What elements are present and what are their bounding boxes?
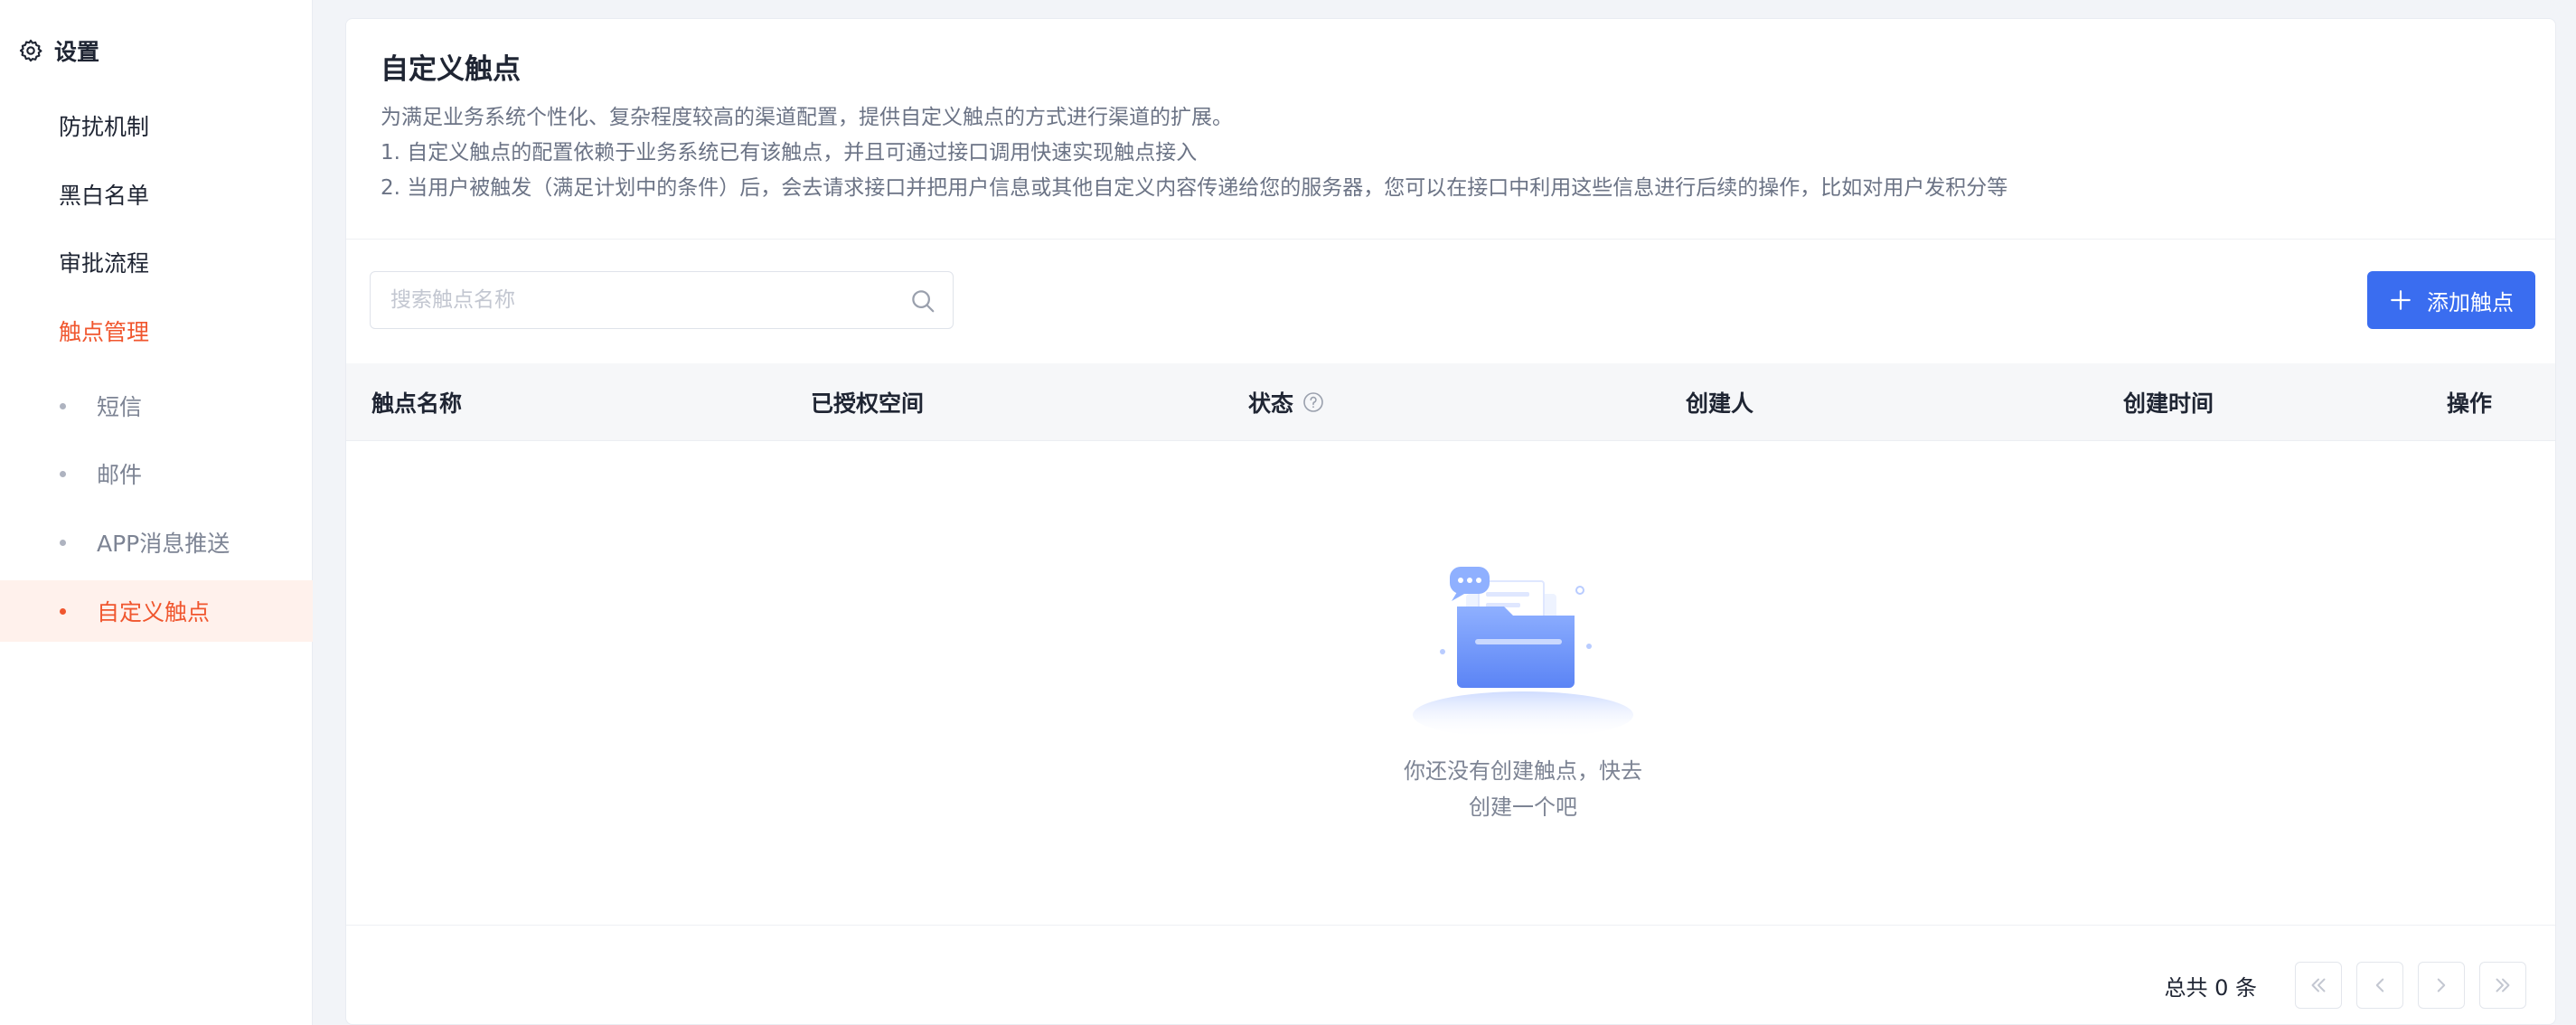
column-header-authorized-space: 已授权空间 <box>811 390 925 417</box>
last-page-icon <box>2496 978 2510 992</box>
description-line: 为满足业务系统个性化、复杂程度较高的渠道配置，提供自定义触点的方式进行渠道的扩展… <box>381 106 1233 129</box>
sidebar-title: 设置 <box>54 39 100 65</box>
search-icon[interactable] <box>909 287 936 315</box>
next-page-icon <box>2437 978 2446 992</box>
description-line: 2. 当用户被触发（满足计划中的条件）后，会去请求接口并把用户信息或其他自定义内… <box>381 176 2008 200</box>
next-page-button[interactable] <box>2418 962 2465 1009</box>
sidebar-item-anti-disturb[interactable]: 防扰机制 <box>0 97 313 155</box>
first-page-button[interactable] <box>2295 962 2342 1009</box>
sidebar-subitem-label: 短信 <box>97 394 143 420</box>
gear-icon <box>19 39 42 62</box>
settings-sidebar: 设置 防扰机制 黑白名单 审批流程 触点管理 短信 邮件 APP消息推送 自定义… <box>0 0 313 1025</box>
add-touchpoint-button[interactable]: 添加触点 <box>2367 271 2535 329</box>
prev-page-button[interactable] <box>2356 962 2403 1009</box>
bullet-dot <box>60 402 66 409</box>
sidebar-subitem-custom-touchpoint[interactable]: 自定义触点 <box>0 580 313 642</box>
divider <box>346 925 2555 926</box>
description-line: 1. 自定义触点的配置依赖于业务系统已有该触点，并且可通过接口调用快速实现触点接… <box>381 141 1198 165</box>
intro-section: 自定义触点 为满足业务系统个性化、复杂程度较高的渠道配置，提供自定义触点的方式进… <box>381 50 2521 206</box>
sidebar-subitem-label: 邮件 <box>97 462 143 488</box>
sidebar-subitem-label: APP消息推送 <box>97 531 230 557</box>
bullet-dot <box>60 470 66 477</box>
empty-state: 你还没有创建触点，快去创建一个吧 <box>1333 554 1713 825</box>
sidebar-item-approval-flow[interactable]: 审批流程 <box>0 233 313 291</box>
sidebar-item-black-white-list[interactable]: 黑白名单 <box>0 165 313 223</box>
column-header-status: 状态 <box>1248 363 1324 441</box>
bullet-dot <box>60 539 66 546</box>
add-touchpoint-label: 添加触点 <box>2427 289 2514 315</box>
sidebar-subitem-label: 自定义触点 <box>97 599 211 625</box>
empty-state-text: 你还没有创建触点，快去创建一个吧 <box>1404 758 1642 820</box>
column-header-creator: 创建人 <box>1686 390 1754 417</box>
page-title: 自定义触点 <box>381 53 521 86</box>
first-page-icon <box>2311 978 2326 992</box>
empty-folder-illustration <box>1413 567 1633 735</box>
column-header-name: 触点名称 <box>371 390 463 417</box>
last-page-button[interactable] <box>2479 962 2526 1009</box>
search-input[interactable] <box>390 272 879 328</box>
search-box[interactable] <box>370 271 954 329</box>
sidebar-subitem-app-push[interactable]: APP消息推送 <box>0 512 313 573</box>
bullet-dot <box>60 607 66 615</box>
question-circle-icon[interactable] <box>1302 391 1324 413</box>
main-card: 自定义触点 为满足业务系统个性化、复杂程度较高的渠道配置，提供自定义触点的方式进… <box>345 18 2556 1025</box>
column-header-created-time: 创建时间 <box>2123 390 2214 417</box>
divider <box>346 239 2555 240</box>
sidebar-header: 设置 <box>18 33 99 69</box>
table-header: 触点名称 已授权空间 状态 创建人 创建时间 操作 <box>346 363 2555 441</box>
column-header-status-label: 状态 <box>1248 390 1294 417</box>
prev-page-icon <box>2375 978 2384 992</box>
plus-icon <box>2391 290 2411 310</box>
pagination-total: 总共 0 条 <box>2164 974 2257 1001</box>
sidebar-item-touchpoint-management[interactable]: 触点管理 <box>0 302 313 360</box>
pagination: 总共 0 条 <box>2164 959 2526 1011</box>
sidebar-subitem-email[interactable]: 邮件 <box>0 443 313 504</box>
sidebar-subitem-sms[interactable]: 短信 <box>0 375 313 437</box>
column-header-actions: 操作 <box>2447 390 2493 417</box>
